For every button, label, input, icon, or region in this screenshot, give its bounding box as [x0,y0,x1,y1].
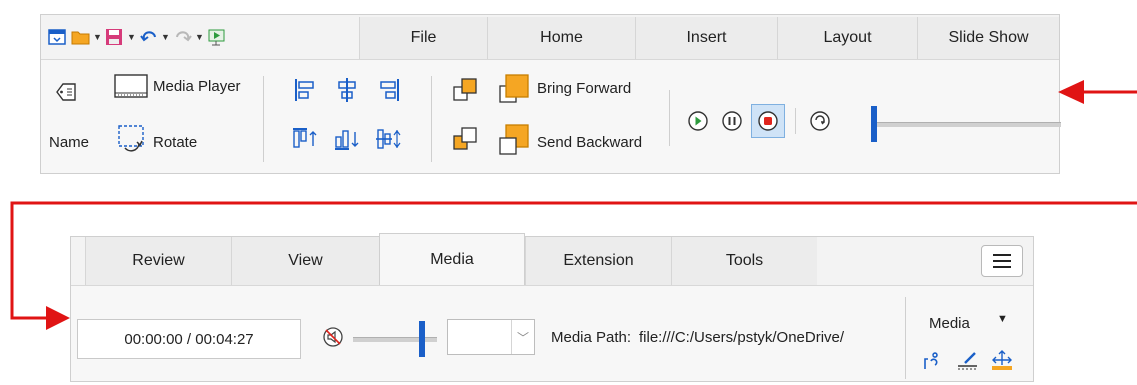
tab-media[interactable]: Media [379,233,525,285]
media-path-label: Media Path: [551,329,632,346]
tab-review[interactable]: Review [85,237,231,285]
menu-button[interactable] [981,245,1023,277]
hamburger-menu-icon [993,254,1011,268]
edit-points-icon[interactable] [921,349,943,371]
separator [905,297,906,379]
position-size-icon[interactable] [989,349,1015,371]
time-display-text: 00:00:00 / 00:04:27 [124,330,254,348]
connector-arrow-head [46,306,70,330]
tab-label: Review [132,252,185,269]
bottom-tab-strip: Review View Media Extension Tools [85,233,817,285]
pointer-arrow-head [1058,80,1084,104]
tab-label: View [288,252,323,269]
tab-label: Media [430,250,474,268]
media-menu-label[interactable]: Media [929,315,970,332]
tab-view[interactable]: View [231,237,379,285]
volume-slider[interactable] [353,319,437,359]
zoom-select[interactable]: ﹀ [447,319,535,355]
chevron-down-icon[interactable]: ﹀ [511,320,534,354]
line-style-icon[interactable] [955,349,981,371]
tab-tools[interactable]: Tools [671,237,817,285]
bottom-toolbar-panel: Review View Media Extension Tools 00:00:… [70,233,1034,382]
time-display: 00:00:00 / 00:04:27 [77,319,301,359]
media-path-value[interactable]: file:///C:/Users/pstyk/OneDrive/ [639,329,901,346]
media-dropdown-icon[interactable]: ▼ [997,313,1008,325]
tab-label: Tools [725,252,764,269]
slider-thumb[interactable] [419,321,426,357]
mute-icon[interactable] [321,325,345,349]
tab-extension[interactable]: Extension [525,237,671,285]
tab-label: Extension [563,252,634,269]
